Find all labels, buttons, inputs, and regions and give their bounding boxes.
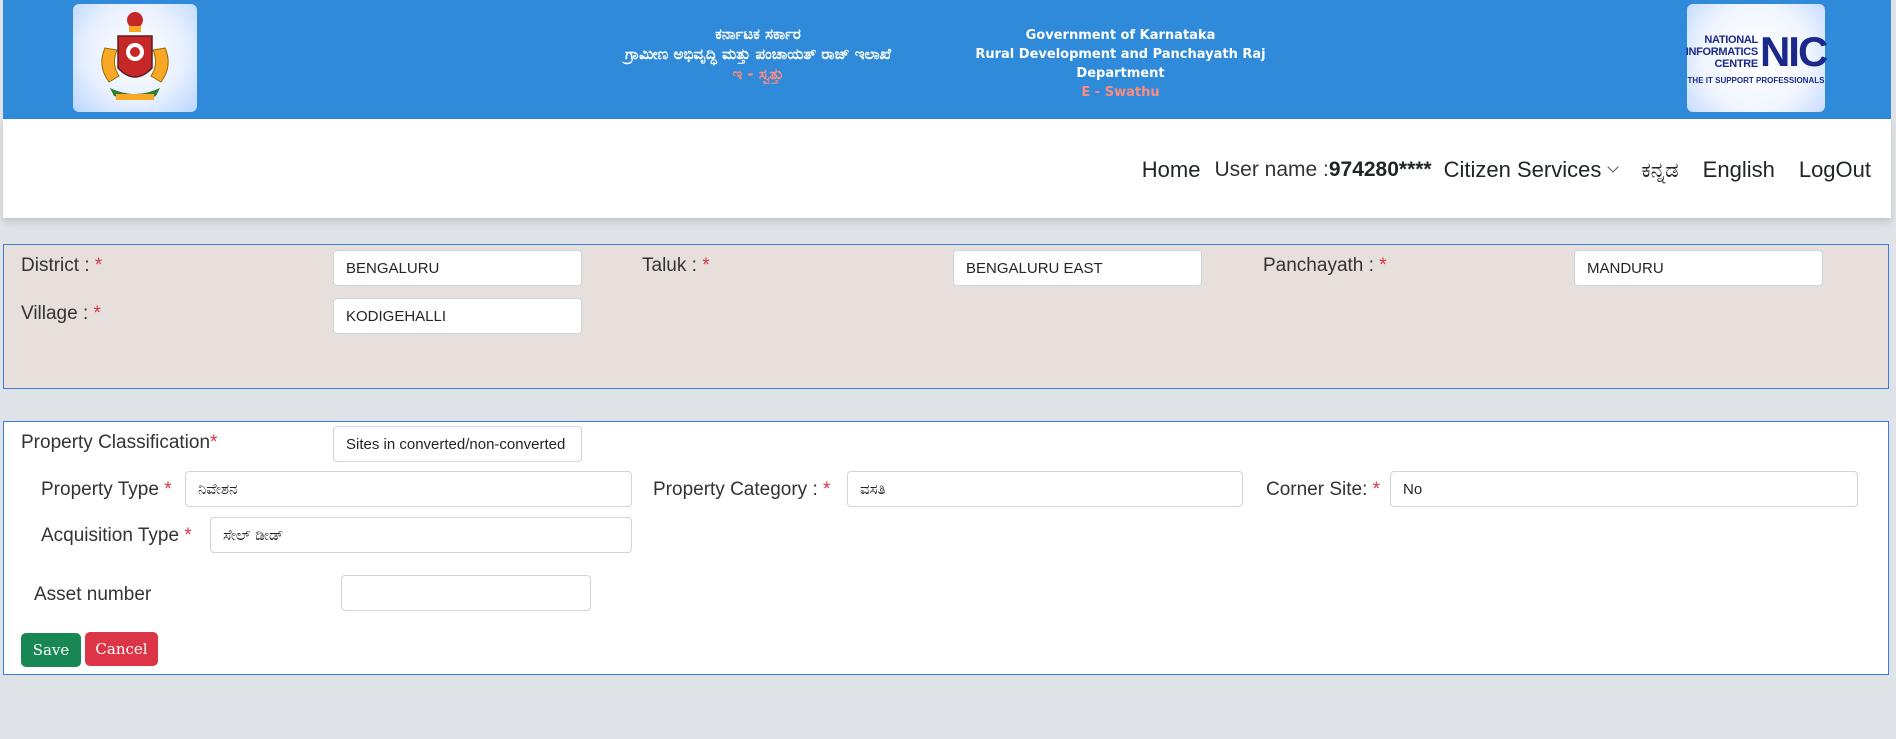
header-en-eswathu: E - Swathu <box>1081 85 1160 100</box>
district-label: District : * <box>21 255 103 276</box>
nic-line-1: NATIONAL <box>1704 33 1758 46</box>
save-button[interactable]: Save <box>21 633 81 667</box>
nav-logout[interactable]: LogOut <box>1799 157 1871 183</box>
nav-kannada[interactable]: ಕನ್ನಡ <box>1641 158 1678 183</box>
user-name-label: User name : <box>1214 158 1329 181</box>
citizen-services-label: Citizen Services <box>1443 157 1602 182</box>
header-kn-eswathu: ಇ - ಸ್ವತ್ತು <box>732 65 784 83</box>
acquisition-type-select[interactable]: ಸೇಲ್ ಡೀಡ್ <box>210 517 632 553</box>
property-classification-select[interactable]: Sites in converted/non-converted <box>333 426 582 462</box>
chevron-down-icon <box>1607 161 1619 173</box>
asset-number-input[interactable] <box>341 575 591 611</box>
nic-line-2: INFORMATICS <box>1685 45 1759 58</box>
taluk-field[interactable]: BENGALURU EAST <box>953 250 1202 286</box>
site-header: ಕರ್ನಾಟಕ ಸರ್ಕಾರ ಗ್ರಾಮೀಣ ಅಭಿವೃದ್ಧಿ ಮತ್ತು ಪ… <box>3 0 1891 119</box>
panchayath-field[interactable]: MANDURU <box>1574 250 1823 286</box>
property-panel: Property Classification* Sites in conver… <box>3 421 1889 675</box>
panchayath-label: Panchayath : * <box>1263 255 1387 276</box>
property-category-select[interactable]: ವಸತಿ <box>847 471 1243 507</box>
property-type-select[interactable]: ನಿವೇಶನ <box>185 471 632 507</box>
property-type-label: Property Type * <box>41 479 172 500</box>
header-kannada-block: ಕರ್ನಾಟಕ ಸರ್ಕಾರ ಗ್ರಾಮೀಣ ಅಭಿವೃದ್ಧಿ ಮತ್ತು ಪ… <box>583 24 933 84</box>
location-panel: District : * BENGALURU Taluk : * BENGALU… <box>3 244 1889 389</box>
asset-number-label: Asset number <box>34 584 152 605</box>
user-name-value: 974280**** <box>1328 158 1432 181</box>
nic-tagline: THE IT SUPPORT PROFESSIONALS <box>1687 75 1825 85</box>
header-en-govt: Government of Karnataka <box>1025 28 1216 43</box>
nav-english[interactable]: English <box>1703 157 1775 183</box>
header-kn-govt: ಕರ್ನಾಟಕ ಸರ್ಕಾರ <box>715 25 801 43</box>
nic-line-3: CENTRE <box>1714 57 1759 70</box>
village-field[interactable]: KODIGEHALLI <box>333 298 582 334</box>
taluk-label: Taluk : * <box>642 255 710 276</box>
acquisition-type-label: Acquisition Type * <box>41 525 192 546</box>
cancel-button[interactable]: Cancel <box>85 632 158 666</box>
property-classification-label: Property Classification* <box>21 432 218 453</box>
corner-site-select[interactable]: No <box>1390 471 1858 507</box>
village-label: Village : * <box>21 303 101 324</box>
nic-wordmark: NIC <box>1759 27 1828 75</box>
karnataka-emblem-icon <box>73 4 197 112</box>
nav-home[interactable]: Home <box>1142 157 1201 183</box>
top-navbar: Home User name :974280**** Citizen Servi… <box>3 119 1891 218</box>
nic-logo-icon: NATIONAL INFORMATICS CENTRE NIC THE IT S… <box>1685 4 1828 112</box>
header-en-dept: Rural Development and Panchayath Raj Dep… <box>975 47 1266 81</box>
nav-user-name: User name :974280**** <box>1214 158 1431 182</box>
property-category-label: Property Category : * <box>653 479 831 500</box>
header-kn-dept: ಗ್ರಾಮೀಣ ಅಭಿವೃದ್ಧಿ ಮತ್ತು ಪಂಚಾಯತ್ ರಾಜ್ ಇಲಾ… <box>624 45 892 63</box>
corner-site-label: Corner Site: * <box>1266 479 1381 500</box>
nav-citizen-services[interactable]: Citizen Services <box>1443 157 1619 183</box>
district-field[interactable]: BENGALURU <box>333 250 582 286</box>
header-english-block: Government of Karnataka Rural Developmen… <box>943 26 1298 102</box>
